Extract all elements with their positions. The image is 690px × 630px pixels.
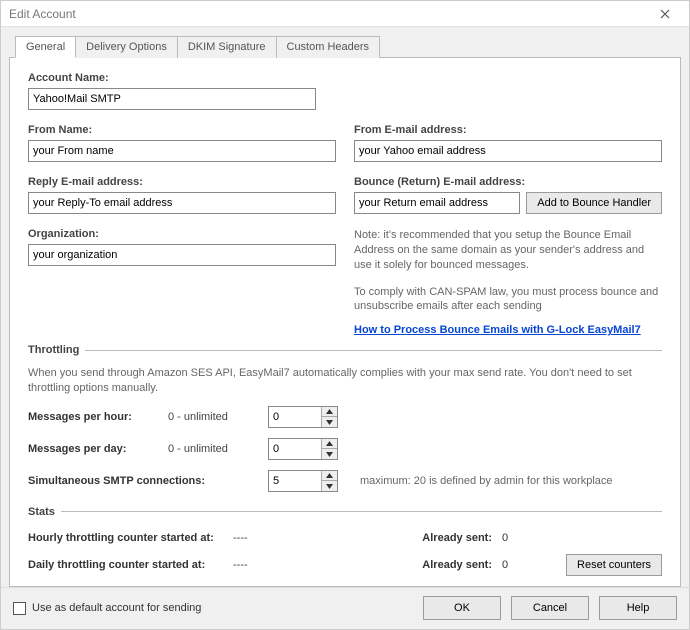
default-account-checkbox-wrap[interactable]: Use as default account for sending <box>13 602 413 615</box>
smtp-connections-input[interactable] <box>269 471 321 491</box>
messages-per-hour-label: Messages per hour: <box>28 411 158 423</box>
already-sent-daily-label: Already sent: <box>293 559 502 571</box>
default-account-label: Use as default account for sending <box>32 602 201 614</box>
close-icon <box>660 9 670 19</box>
cancel-button[interactable]: Cancel <box>511 596 589 620</box>
organization-label: Organization: <box>28 228 336 240</box>
messages-per-hour-hint: 0 - unlimited <box>168 411 258 423</box>
reply-email-input[interactable] <box>28 192 336 214</box>
bounce-help-link[interactable]: How to Process Bounce Emails with G-Lock… <box>354 324 641 336</box>
messages-per-day-spinner[interactable] <box>268 438 338 460</box>
title-bar: Edit Account <box>1 1 689 27</box>
already-sent-hourly-value: 0 <box>502 532 562 544</box>
smtp-connections-label: Simultaneous SMTP connections: <box>28 475 258 487</box>
daily-counter-value: ---- <box>233 559 293 571</box>
bounce-note-text: Note: it's recommended that you setup th… <box>354 228 662 273</box>
stats-legend: Stats <box>28 506 61 518</box>
spinner-down-button[interactable] <box>322 417 337 427</box>
chevron-down-icon <box>326 484 333 489</box>
tab-dkim-signature[interactable]: DKIM Signature <box>178 36 277 58</box>
from-email-input[interactable] <box>354 140 662 162</box>
chevron-up-icon <box>326 473 333 478</box>
help-button[interactable]: Help <box>599 596 677 620</box>
messages-per-day-label: Messages per day: <box>28 443 158 455</box>
add-bounce-handler-button[interactable]: Add to Bounce Handler <box>526 192 662 214</box>
spinner-up-button[interactable] <box>322 407 337 418</box>
messages-per-hour-input[interactable] <box>269 407 321 427</box>
messages-per-day-input[interactable] <box>269 439 321 459</box>
organization-input[interactable] <box>28 244 336 266</box>
hourly-counter-label: Hourly throttling counter started at: <box>28 532 233 544</box>
chevron-up-icon <box>326 441 333 446</box>
account-name-label: Account Name: <box>28 72 662 84</box>
stats-fieldset: Stats Hourly throttling counter started … <box>28 506 662 576</box>
window-body: General Delivery Options DKIM Signature … <box>1 27 689 587</box>
bounce-email-label: Bounce (Return) E-mail address: <box>354 176 662 188</box>
window-title: Edit Account <box>9 7 649 21</box>
messages-per-day-hint: 0 - unlimited <box>168 443 258 455</box>
from-name-input[interactable] <box>28 140 336 162</box>
spinner-down-button[interactable] <box>322 481 337 491</box>
hourly-counter-value: ---- <box>233 532 293 544</box>
from-email-label: From E-mail address: <box>354 124 662 136</box>
tab-strip: General Delivery Options DKIM Signature … <box>9 36 681 58</box>
dialog-footer: Use as default account for sending OK Ca… <box>1 587 689 629</box>
from-name-label: From Name: <box>28 124 336 136</box>
tab-delivery-options[interactable]: Delivery Options <box>76 36 178 58</box>
close-button[interactable] <box>649 1 681 27</box>
throttling-legend: Throttling <box>28 344 85 356</box>
tab-custom-headers[interactable]: Custom Headers <box>277 36 381 58</box>
spinner-down-button[interactable] <box>322 449 337 459</box>
canspam-note-text: To comply with CAN-SPAM law, you must pr… <box>354 285 662 315</box>
ok-button[interactable]: OK <box>423 596 501 620</box>
smtp-max-note: maximum: 20 is defined by admin for this… <box>360 475 613 487</box>
smtp-connections-spinner[interactable] <box>268 470 338 492</box>
already-sent-hourly-label: Already sent: <box>293 532 502 544</box>
reset-counters-button[interactable]: Reset counters <box>566 554 662 576</box>
throttling-desc: When you send through Amazon SES API, Ea… <box>28 366 662 396</box>
daily-counter-label: Daily throttling counter started at: <box>28 559 233 571</box>
account-name-input[interactable] <box>28 88 316 110</box>
already-sent-daily-value: 0 <box>502 559 562 571</box>
bounce-email-input[interactable] <box>354 192 520 214</box>
tab-general[interactable]: General <box>15 36 76 58</box>
chevron-up-icon <box>326 409 333 414</box>
spinner-up-button[interactable] <box>322 471 337 482</box>
chevron-down-icon <box>326 420 333 425</box>
throttling-fieldset: Throttling When you send through Amazon … <box>28 344 662 492</box>
edit-account-window: Edit Account General Delivery Options DK… <box>0 0 690 630</box>
spinner-up-button[interactable] <box>322 439 337 450</box>
reply-email-label: Reply E-mail address: <box>28 176 336 188</box>
chevron-down-icon <box>326 452 333 457</box>
checkbox-icon <box>13 602 26 615</box>
general-panel: Account Name: From Name: From E-mail add… <box>9 57 681 587</box>
messages-per-hour-spinner[interactable] <box>268 406 338 428</box>
